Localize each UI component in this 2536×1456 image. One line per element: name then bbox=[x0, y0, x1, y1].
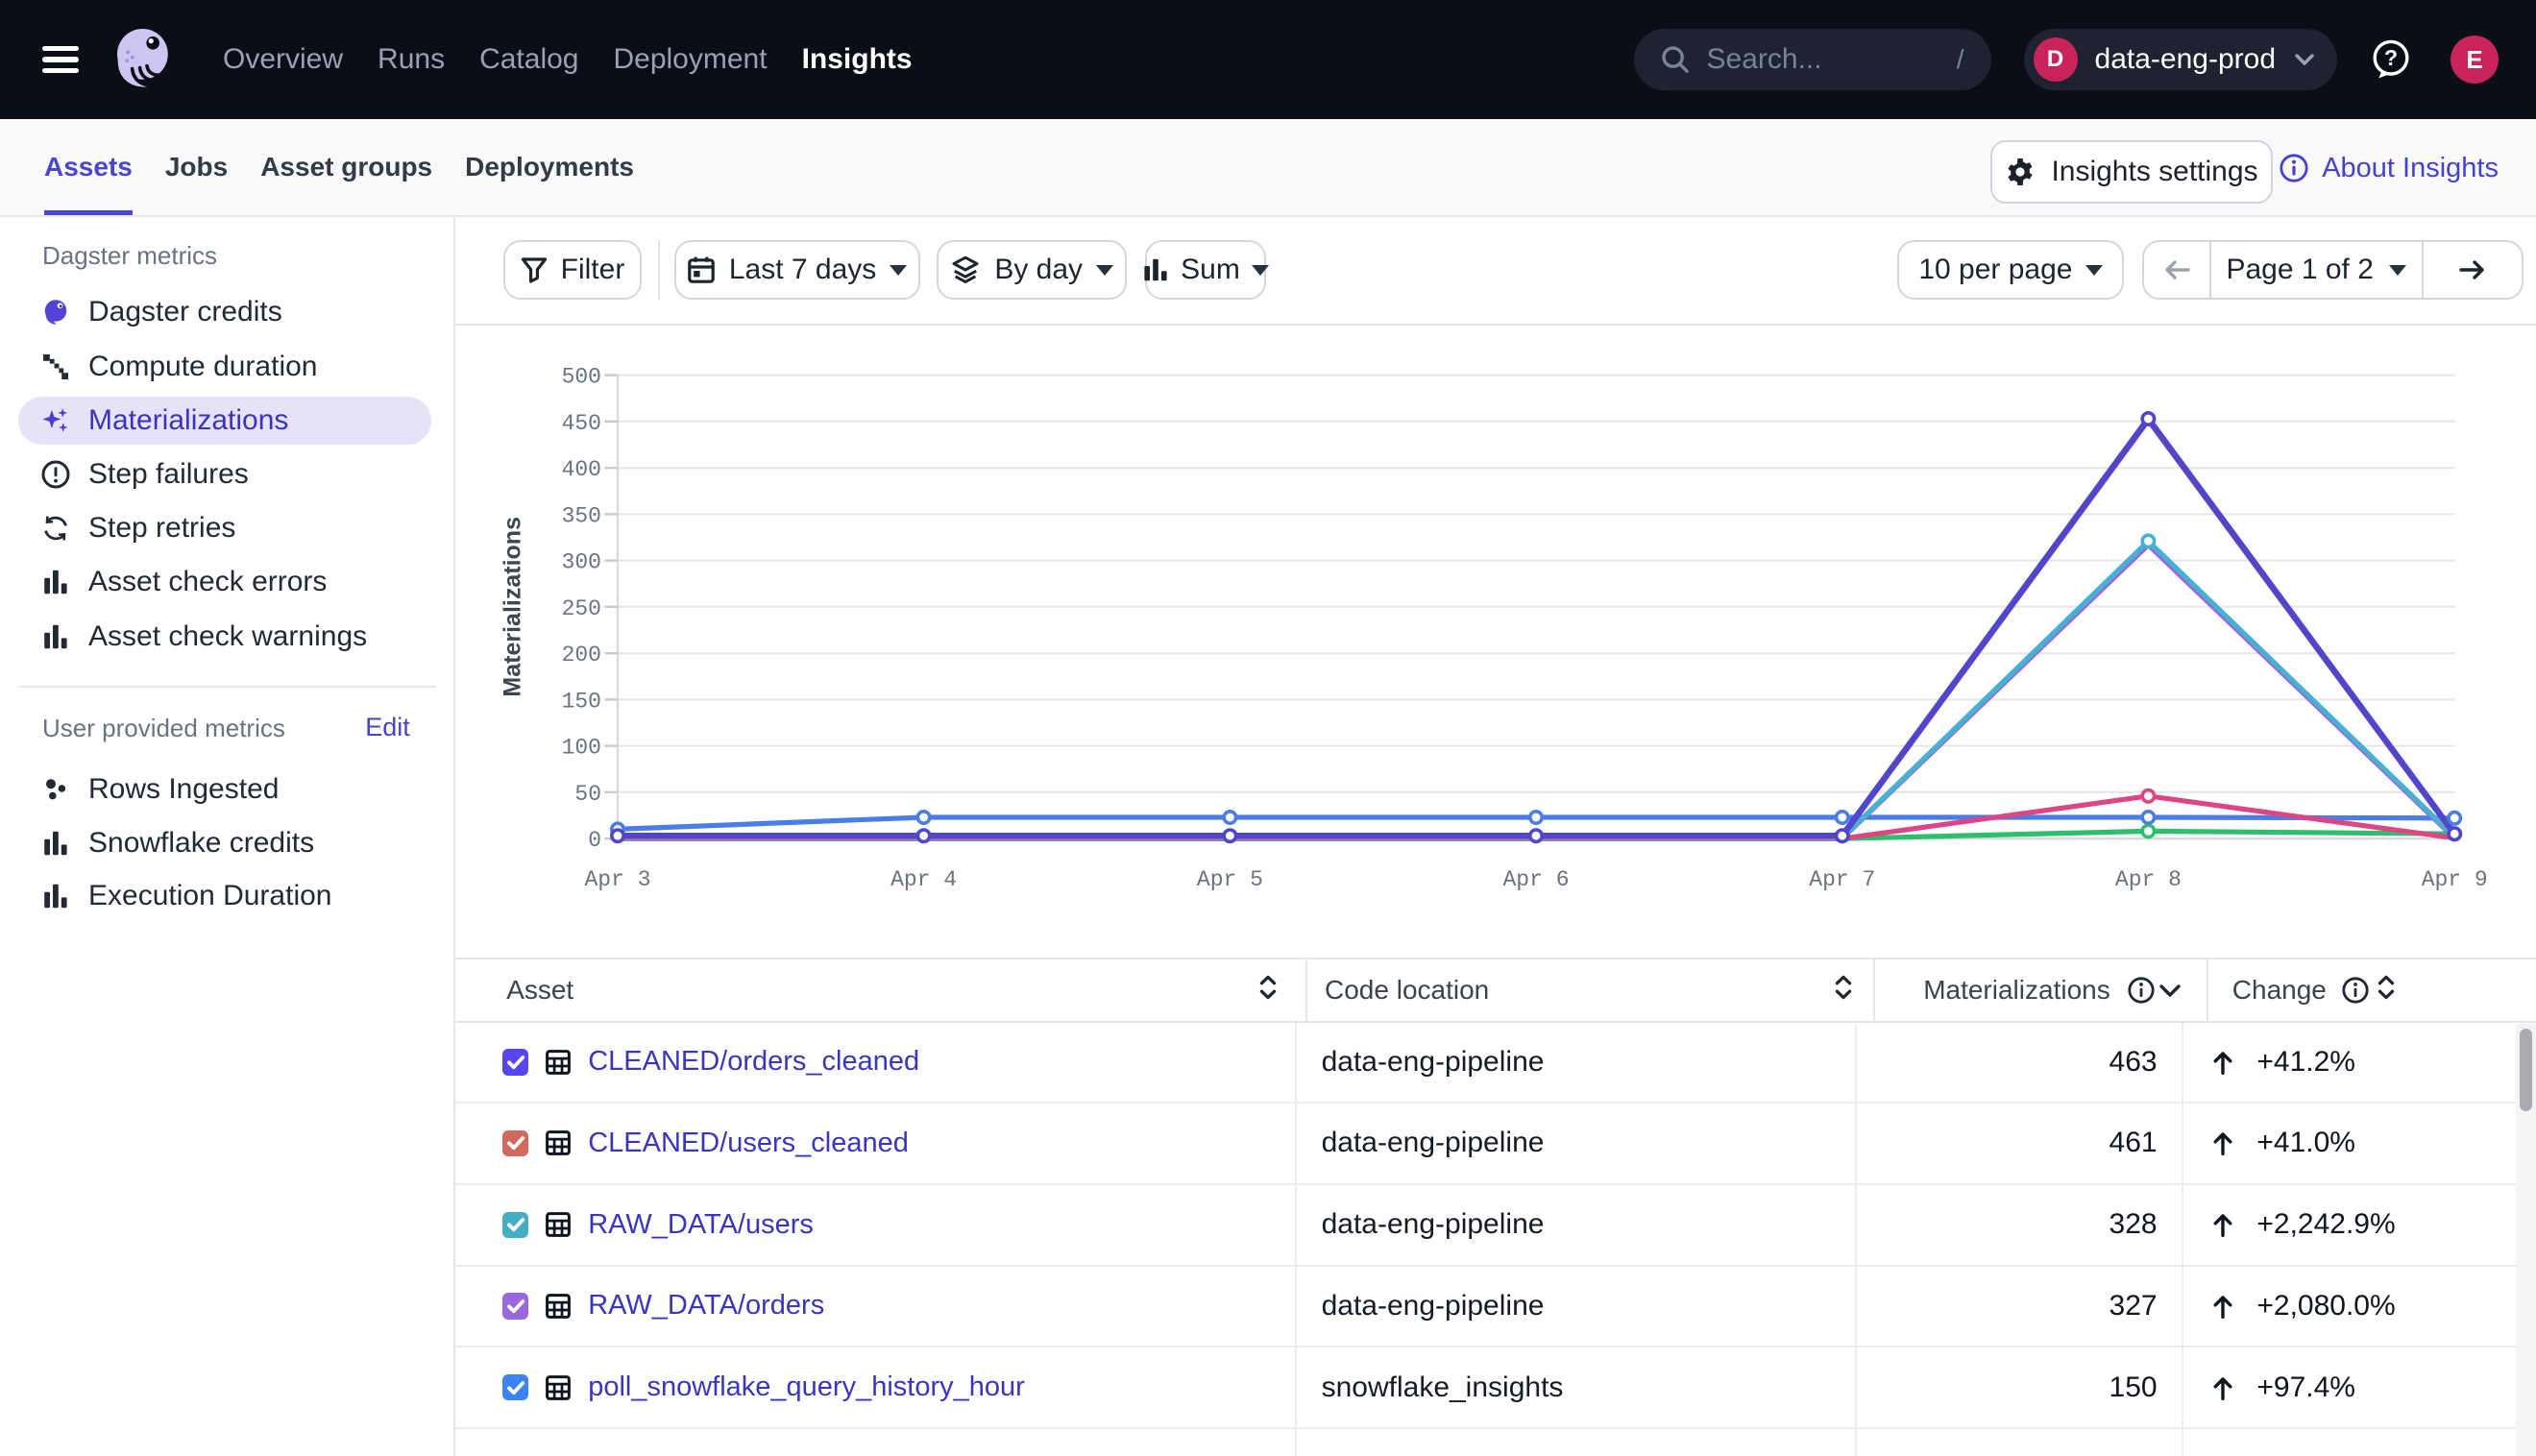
svg-text:Apr 4: Apr 4 bbox=[890, 867, 957, 892]
svg-text:150: 150 bbox=[562, 690, 601, 715]
svg-text:?: ? bbox=[2384, 45, 2398, 70]
svg-text:250: 250 bbox=[562, 596, 601, 621]
svg-text:100: 100 bbox=[562, 736, 601, 761]
svg-text:50: 50 bbox=[574, 782, 601, 807]
svg-text:Materializations: Materializations bbox=[500, 517, 526, 697]
svg-text:Apr 8: Apr 8 bbox=[2115, 867, 2182, 892]
svg-text:400: 400 bbox=[562, 458, 601, 483]
svg-text:Apr 3: Apr 3 bbox=[584, 867, 650, 892]
svg-text:450: 450 bbox=[562, 411, 601, 436]
svg-text:300: 300 bbox=[562, 550, 601, 575]
svg-text:200: 200 bbox=[562, 643, 601, 668]
svg-text:Apr 7: Apr 7 bbox=[1809, 867, 1875, 892]
svg-text:Apr 5: Apr 5 bbox=[1197, 867, 1263, 892]
svg-text:350: 350 bbox=[562, 504, 601, 529]
svg-text:0: 0 bbox=[588, 829, 601, 854]
svg-text:500: 500 bbox=[562, 365, 601, 390]
svg-text:Apr 6: Apr 6 bbox=[1502, 867, 1569, 892]
svg-text:Apr 9: Apr 9 bbox=[2422, 867, 2488, 892]
